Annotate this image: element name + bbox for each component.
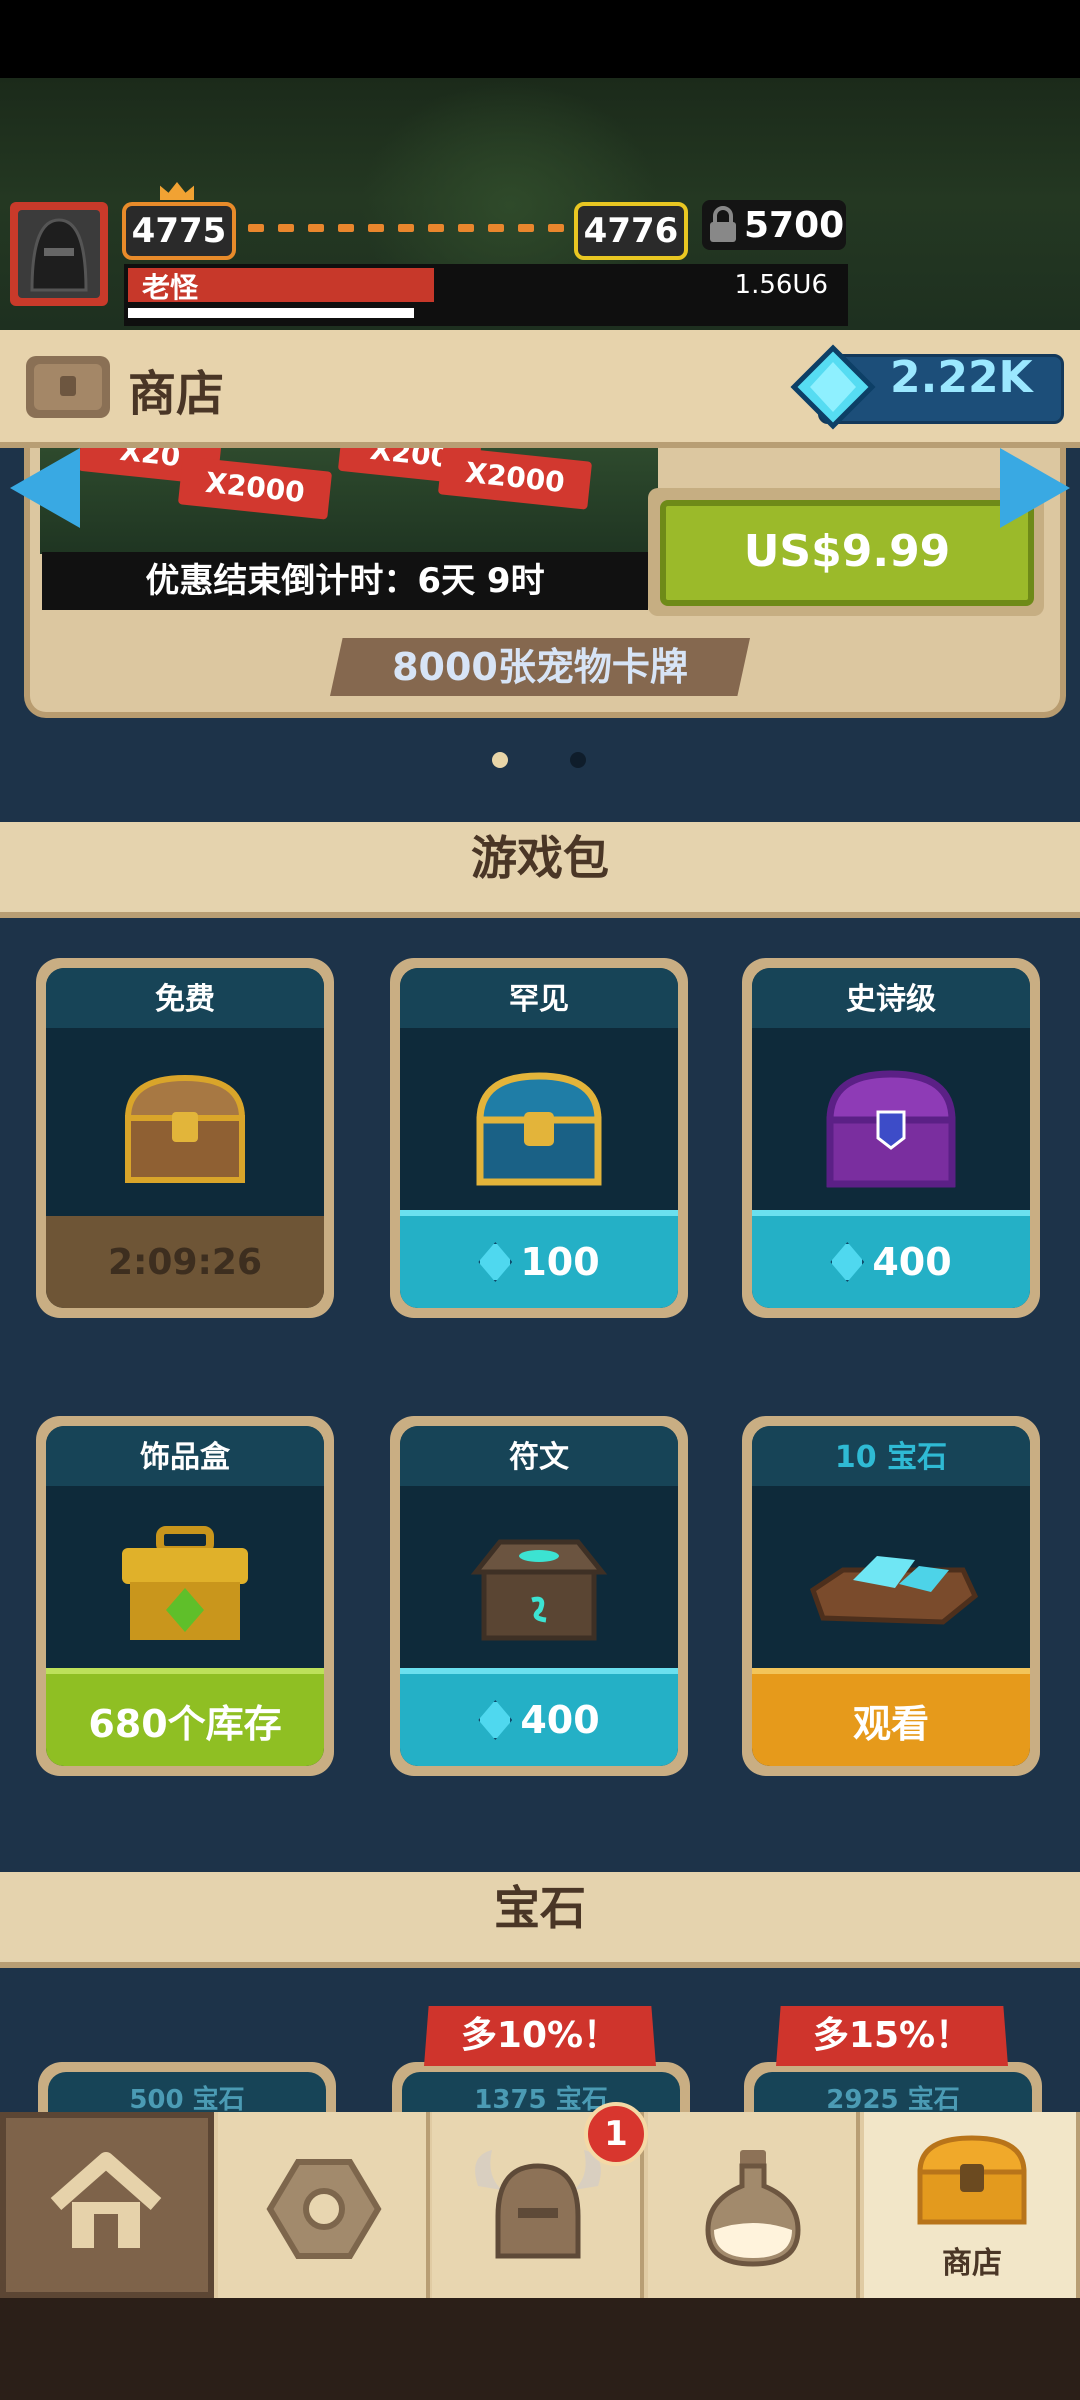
boss-hp: 1.56U6 xyxy=(734,270,828,300)
knight-helmet-icon xyxy=(18,210,100,298)
chest-icon xyxy=(917,2135,1027,2225)
notification-badge: 1 xyxy=(584,2102,648,2166)
promo-card-label: X2000 xyxy=(437,448,593,510)
nav-tab-home[interactable] xyxy=(0,2112,214,2298)
boss-timer-fill xyxy=(128,308,414,318)
pack-timer: 2:09:26 xyxy=(107,1241,263,1283)
rare-chest-icon xyxy=(476,1072,602,1186)
next-level: 4776 xyxy=(574,202,688,260)
lock-icon xyxy=(710,206,736,242)
pack-title: 罕见 xyxy=(400,968,678,1028)
pack-title: 10 宝石 xyxy=(752,1426,1030,1486)
chest-icon xyxy=(26,356,110,418)
gem-icon xyxy=(790,344,876,430)
gem-tray-icon xyxy=(809,1556,979,1625)
bottom-nav: 商店 xyxy=(0,2112,1080,2298)
watch-ad-button[interactable]: 观看 xyxy=(752,1668,1030,1766)
carousel-dot[interactable] xyxy=(570,752,586,768)
pack-card-free[interactable]: 免费 2:09:26 xyxy=(36,958,334,1318)
system-bar xyxy=(0,2298,1080,2400)
pack-price: 400 xyxy=(520,1698,600,1742)
gem-icon xyxy=(478,1242,513,1282)
promo-title: 8000张宠物卡牌 xyxy=(330,638,750,696)
bonus-ribbon: 多10%！ xyxy=(424,2006,656,2066)
timer-button: 2:09:26 xyxy=(46,1216,324,1308)
level-progress-dashes xyxy=(248,0,564,240)
boss-name: 老怪 xyxy=(142,271,199,304)
pack-price: 400 xyxy=(872,1240,952,1284)
potion-icon xyxy=(705,2150,801,2267)
gem-icon xyxy=(478,1700,513,1740)
trinket-box-icon xyxy=(122,1526,248,1640)
nav-tab-shop[interactable]: 商店 xyxy=(864,2112,1080,2298)
promo-image: X20 X2000 X200 X2000 xyxy=(40,448,658,554)
section-banner: 游戏包 xyxy=(0,822,1080,918)
pack-title: 饰品盒 xyxy=(46,1426,324,1486)
page-title: 商店 xyxy=(128,366,225,422)
pack-title: 符文 xyxy=(400,1426,678,1486)
pack-title: 免费 xyxy=(46,968,324,1028)
wooden-chest-icon xyxy=(124,1074,246,1183)
section-title: 宝石 xyxy=(494,1881,586,1935)
gear-nut-icon xyxy=(266,2159,382,2259)
epic-chest-icon xyxy=(826,1070,956,1188)
buy-button[interactable]: US$9.99 xyxy=(660,500,1034,606)
pack-stock: 680个库存 xyxy=(88,1701,282,1746)
gem-count: 2.22K xyxy=(890,352,1033,403)
locked-level: 5700 xyxy=(744,204,845,246)
pack-card-epic[interactable]: 史诗级 400 xyxy=(742,958,1040,1318)
buy-pack-button[interactable]: 100 xyxy=(400,1210,678,1308)
bonus-ribbon: 多15%！ xyxy=(776,2006,1008,2066)
boss-health-bar: 老怪 1.56U6 xyxy=(124,264,848,326)
pack-title: 史诗级 xyxy=(752,968,1030,1028)
pack-price: 100 xyxy=(520,1240,600,1284)
current-level: 4775 xyxy=(122,202,236,260)
nav-tab-potions[interactable] xyxy=(648,2112,860,2298)
home-icon xyxy=(50,2152,162,2248)
nav-tab-equipment[interactable] xyxy=(218,2112,430,2298)
stock-button[interactable]: 680个库存 xyxy=(46,1668,324,1766)
section-title: 游戏包 xyxy=(471,831,609,885)
promo-card-label: X2000 xyxy=(177,456,333,520)
level-cap: 5700 xyxy=(702,200,846,250)
nav-tab-label: 商店 xyxy=(942,2246,1002,2281)
buy-pack-button[interactable]: 400 xyxy=(752,1210,1030,1308)
viking-helmet-icon xyxy=(475,2150,601,2259)
pack-card-rare[interactable]: 罕见 100 xyxy=(390,958,688,1318)
gem-icon xyxy=(830,1242,865,1282)
offer-countdown: 优惠结束倒计时：6天 9时 xyxy=(42,552,648,610)
avatar[interactable] xyxy=(10,202,108,306)
section-banner: 宝石 xyxy=(0,1872,1080,1968)
buy-pack-button[interactable]: 400 xyxy=(400,1668,678,1766)
pack-card-trinket[interactable]: 饰品盒 680个库存 xyxy=(36,1416,334,1776)
pack-card-rune[interactable]: 符文 400 xyxy=(390,1416,688,1776)
pack-card-gems[interactable]: 10 宝石 观看 xyxy=(742,1416,1040,1776)
watch-label: 观看 xyxy=(852,1701,929,1746)
carousel-dot-active[interactable] xyxy=(492,752,508,768)
rune-chest-icon xyxy=(470,1539,608,1641)
